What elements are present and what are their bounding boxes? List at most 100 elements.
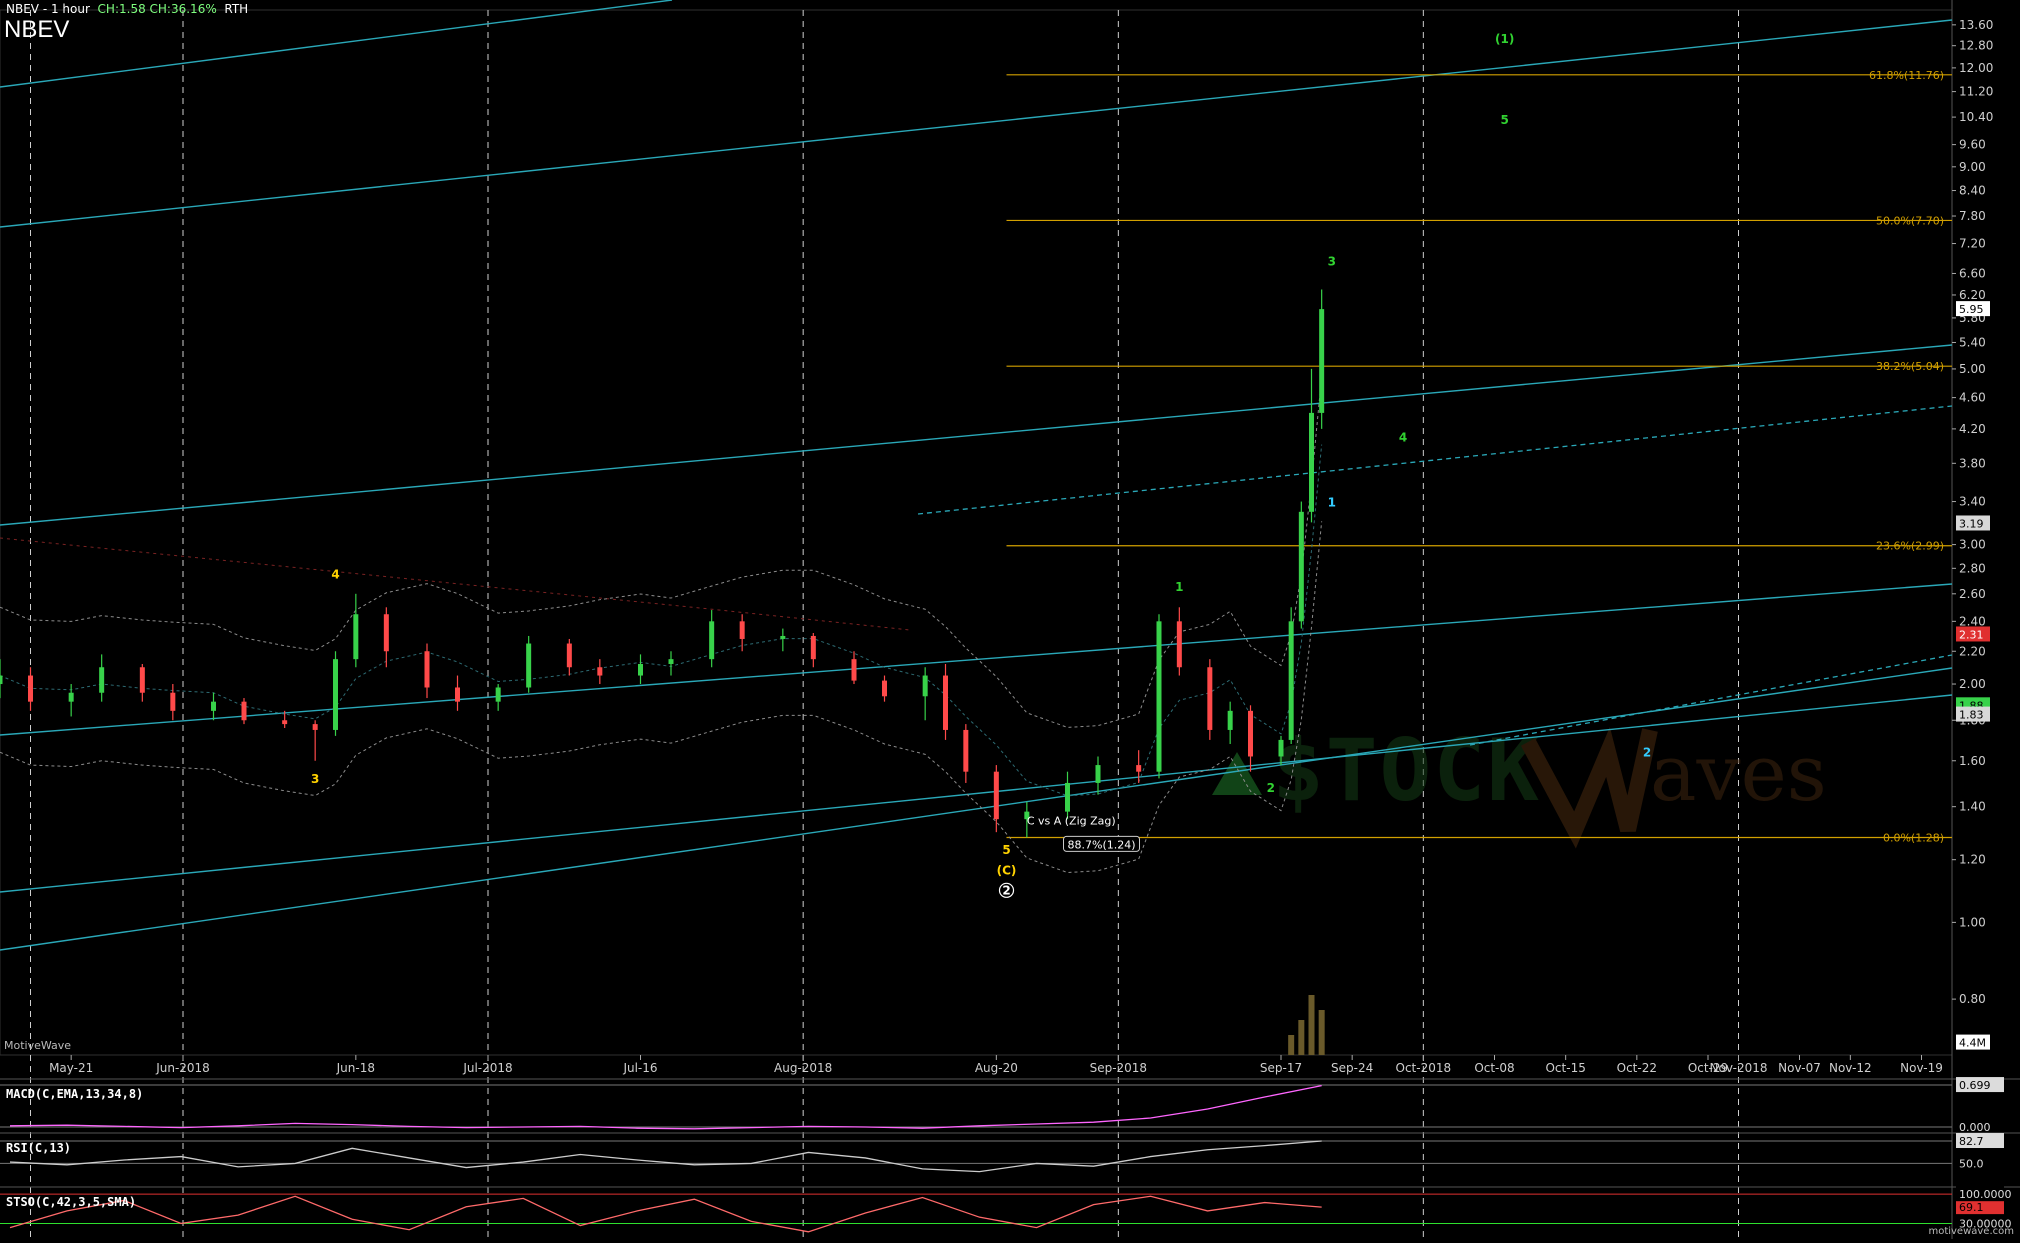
volume-bars — [1288, 995, 1325, 1055]
candle-body — [1298, 511, 1304, 622]
wave-label: 5 — [1500, 113, 1508, 127]
price-tick-label: 2.80 — [1959, 561, 1986, 575]
fib-level-label: 50.0%(7.70) — [1876, 214, 1944, 227]
symbol-label: NBEV — [4, 16, 70, 43]
annotation-text: 88.7%(1.24) — [1068, 838, 1136, 851]
channel-line — [0, 344, 1953, 526]
volume-bar — [1318, 1010, 1325, 1055]
panel-value-label: 69.1 — [1959, 1201, 1984, 1214]
rsi-panel-title: RSI(C,13) — [6, 1141, 72, 1155]
price-tick-label: 8.40 — [1959, 184, 1986, 198]
candle-body — [739, 621, 745, 639]
panel-value-label: 100.0000 — [1959, 1188, 2012, 1201]
watermark-text-stock: $TOCK — [1272, 721, 1541, 821]
candle-body — [709, 621, 715, 660]
time-tick-label: Sep-17 — [1260, 1061, 1302, 1075]
price-tick-label: 3.80 — [1959, 456, 1986, 470]
price-tick-label: 1.60 — [1959, 754, 1986, 768]
chart-canvas[interactable]: May-21 Jun-2018 Jun-18 Jul-2018 Jul-16 Aug-20… — [0, 0, 2020, 1239]
candle-body — [139, 667, 145, 693]
time-tick-label: Oct-08 — [1474, 1061, 1514, 1075]
candle-body — [1319, 309, 1325, 413]
channel-line-dashed — [917, 405, 1953, 515]
brand-label: MotiveWave — [4, 1039, 72, 1052]
candle-body — [455, 687, 460, 702]
candle-body — [1156, 621, 1162, 772]
chart-stage: May-21 Jun-2018 Jun-18 Jul-2018 Jul-16 Aug-20… — [0, 0, 2020, 1239]
indicator-panel-3: 69.1100.000030.00000 — [0, 1186, 2020, 1233]
indicator-line — [9, 1140, 1322, 1173]
candles — [0, 289, 1325, 838]
watermark-text-aves: aves — [1650, 729, 1827, 819]
time-tick-label: Jun-18 — [336, 1061, 375, 1075]
annotations: C vs A (Zig Zag) 88.7%(1.24) — [1027, 814, 1140, 852]
wave-label: 1 — [1175, 580, 1183, 594]
candle-body — [597, 667, 603, 676]
candle-body — [943, 675, 948, 730]
stoch-panel-title: STSO(C,42,3,5,SMA) — [6, 1195, 137, 1209]
annotation-text: C vs A (Zig Zag) — [1027, 814, 1116, 827]
price-plot-frame — [0, 9, 1953, 1056]
price-tick-label: 2.60 — [1959, 587, 1986, 601]
bollinger-lower — [0, 521, 1323, 874]
watermark-w — [1520, 727, 1658, 849]
time-tick-label: Nov-2018 — [1710, 1061, 1768, 1075]
panel-value-label: 50.0 — [1959, 1157, 1984, 1170]
price-tick-label: 10.40 — [1959, 110, 1993, 124]
price-tick-label: 3.40 — [1959, 495, 1986, 509]
candle-body — [28, 675, 33, 702]
candle-body — [282, 720, 288, 725]
candle-body — [993, 771, 999, 820]
candle-body — [1248, 710, 1253, 757]
time-tick-label: Jun-2018 — [155, 1061, 210, 1075]
wave-label: 4 — [331, 567, 339, 581]
session-label: RTH — [224, 2, 249, 16]
volume-bar — [1288, 1035, 1295, 1055]
bollinger-bands — [0, 376, 1323, 874]
time-axis: May-21 Jun-2018 Jun-18 Jul-2018 Jul-16 Aug-20… — [49, 1055, 1943, 1075]
price-tick-label: 2.40 — [1959, 614, 1986, 628]
wave-label: 2 — [1002, 883, 1010, 897]
wave-label: 5 — [1002, 843, 1010, 857]
candle-body — [353, 614, 359, 660]
price-tick-label: 0.80 — [1959, 992, 1986, 1006]
candle-body — [882, 680, 887, 697]
volume-bar — [1298, 1020, 1305, 1055]
price-tick-label: 2.00 — [1959, 677, 1986, 691]
candle-body — [922, 675, 928, 697]
price-tick-label: 13.60 — [1959, 18, 1993, 32]
price-tick-label: 7.20 — [1959, 237, 1986, 251]
candle-body — [668, 659, 674, 664]
stockwaves-watermark: $TOCK aves — [1212, 721, 1827, 849]
time-tick-label: Oct-22 — [1617, 1061, 1657, 1075]
channel-line — [0, 583, 1953, 736]
time-tick-label: Aug-20 — [975, 1061, 1018, 1075]
bollinger-mid — [0, 444, 1323, 797]
candle-body — [851, 659, 857, 681]
price-marker-label: 4.4M — [1959, 1037, 1986, 1050]
price-tick-label: 6.20 — [1959, 288, 1986, 302]
price-tick-label: 4.20 — [1959, 422, 1986, 436]
wave-label: 1 — [1328, 496, 1336, 510]
candle-body — [1309, 412, 1314, 512]
change-readout: CH:1.58 CH:36.16% — [97, 2, 217, 16]
time-tick-label: Nov-12 — [1829, 1061, 1872, 1075]
indicator-panel-1: 0.699 0.000 — [0, 1077, 2020, 1134]
channel-line — [0, 19, 1953, 228]
price-marker-label: 5.95 — [1959, 303, 1984, 316]
price-tick-label: 6.60 — [1959, 266, 1986, 280]
price-tick-label: 4.60 — [1959, 391, 1986, 405]
wave-label: 4 — [1399, 430, 1407, 444]
candle-body — [99, 667, 105, 693]
chart-title: NBEV - 1 hour — [6, 2, 90, 16]
fib-level-label: 38.2%(5.04) — [1876, 360, 1944, 373]
candle-body — [68, 692, 74, 702]
candle-body — [383, 614, 389, 652]
candle-body — [1278, 739, 1284, 757]
price-tick-label: 2.20 — [1959, 644, 1986, 658]
volume-bar — [1308, 995, 1315, 1055]
candle-body — [312, 724, 318, 730]
time-tick-label: Sep-2018 — [1090, 1061, 1148, 1075]
indicator-panel-2: 82.7 50.0 — [0, 1132, 2020, 1173]
price-tick-label: 3.00 — [1959, 538, 1986, 552]
